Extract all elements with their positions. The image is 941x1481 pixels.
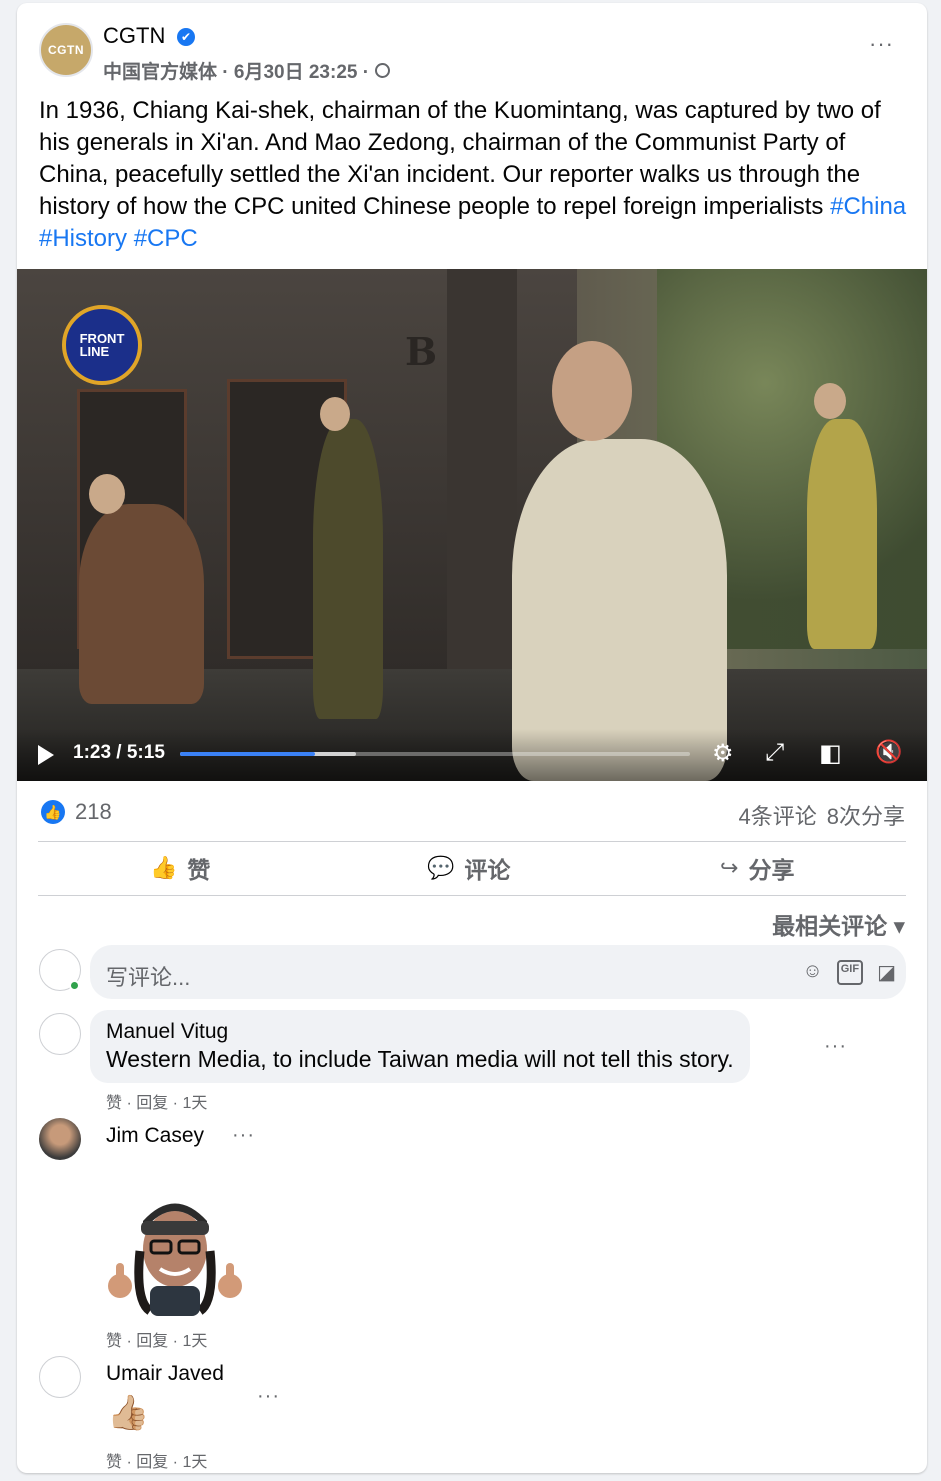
- emoji-icon[interactable]: ☺: [802, 960, 822, 985]
- post-body: In 1936, Chiang Kai-shek, chairman of th…: [39, 97, 881, 220]
- video-frame-person-head: [89, 474, 125, 514]
- commenter-name[interactable]: Umair Javed: [106, 1362, 224, 1386]
- frontline-logo-line2: LINE: [79, 344, 110, 359]
- page-name[interactable]: CGTN: [103, 23, 165, 49]
- video-frame-reporter-head: [552, 341, 632, 441]
- commenter-avatar[interactable]: [39, 1118, 81, 1160]
- comment-button-label: 评论: [464, 857, 511, 883]
- gif-icon[interactable]: GIF: [836, 960, 864, 985]
- like-button[interactable]: 👍 赞: [150, 851, 210, 885]
- comment-actions[interactable]: 赞 · 回复 · 1天: [106, 1448, 207, 1472]
- video-frame-letter: B: [405, 329, 438, 374]
- post-card: CGTN CGTN ✔ 中国官方媒体 · 6月30日 23:25 · ··· I…: [17, 3, 927, 1473]
- post-text: In 1936, Chiang Kai-shek, chairman of th…: [39, 95, 909, 255]
- online-status-dot: [69, 980, 80, 991]
- engagement-stats: 4条评论 8次分享: [739, 799, 906, 831]
- settings-icon[interactable]: ⚙: [712, 739, 734, 768]
- frontline-logo: FRONT LINE: [62, 305, 142, 385]
- thumbs-up-emoji: 👍🏼: [107, 1394, 150, 1432]
- page-avatar[interactable]: CGTN: [39, 23, 93, 77]
- play-icon[interactable]: [38, 745, 54, 765]
- comment-actions[interactable]: 赞 · 回复 · 1天: [106, 1089, 207, 1113]
- commenter-name[interactable]: Jim Casey: [106, 1124, 204, 1148]
- divider: [38, 841, 906, 842]
- fullscreen-icon[interactable]: ⤢: [765, 739, 784, 767]
- comment-options-button[interactable]: ···: [257, 1385, 280, 1408]
- comment-actions[interactable]: 赞 · 回复 · 1天: [106, 1327, 207, 1351]
- comment-input-placeholder: 写评论...: [106, 965, 191, 990]
- sticker-icon[interactable]: ◪: [877, 960, 896, 985]
- video-frame-person: [313, 419, 383, 719]
- globe-icon: [375, 63, 391, 78]
- page-logo-text: CGTN: [48, 43, 84, 57]
- video-frame-pillar: [447, 269, 517, 689]
- commenter-avatar[interactable]: [39, 1356, 81, 1398]
- share-count[interactable]: 8次分享: [827, 799, 905, 831]
- comment-text: Western Media, to include Taiwan media w…: [106, 1046, 734, 1072]
- video-frame-person-head: [320, 397, 350, 431]
- like-count[interactable]: 218: [75, 799, 112, 825]
- video-frame-person: [79, 504, 204, 704]
- video-time: 1:23 / 5:15: [73, 742, 165, 763]
- like-reaction-icon: 👍: [41, 800, 65, 824]
- video-player[interactable]: B FRONT LINE 1:23 / 5:15 ⚙ ⤢ ◧ 🔇: [17, 269, 927, 781]
- comment-bubble: Manuel Vitug Western Media, to include T…: [90, 1010, 750, 1083]
- comment-sort-dropdown[interactable]: 最相关评论 ▾: [772, 907, 905, 941]
- comment-input-tools: ☺ GIF ◪: [802, 960, 896, 985]
- thumbs-up-icon: 👍: [150, 855, 178, 880]
- comment-options-button[interactable]: ···: [824, 1035, 847, 1058]
- post-options-button[interactable]: ···: [869, 31, 894, 57]
- post-meta-text[interactable]: 中国官方媒体 · 6月30日 23:25 ·: [103, 57, 369, 84]
- comment-input[interactable]: 写评论... ☺ GIF ◪: [90, 945, 906, 999]
- share-button[interactable]: ↪ 分享: [720, 851, 794, 885]
- verified-icon: ✔: [177, 28, 195, 46]
- video-progress-fill: [180, 752, 315, 756]
- video-frame-person: [807, 419, 877, 649]
- picture-in-picture-icon[interactable]: ◧: [819, 739, 842, 768]
- speech-bubble-icon: 💬: [427, 855, 455, 880]
- share-arrow-icon: ↪: [720, 855, 739, 880]
- video-frame-person-head: [814, 383, 846, 419]
- comment-count[interactable]: 4条评论: [739, 799, 817, 831]
- avatar-sticker: [108, 1203, 242, 1316]
- comment-options-button[interactable]: ···: [232, 1124, 255, 1147]
- post-meta: 中国官方媒体 · 6月30日 23:25 ·: [103, 57, 391, 84]
- share-button-label: 分享: [748, 857, 795, 883]
- divider: [38, 895, 906, 896]
- commenter-avatar[interactable]: [39, 1013, 81, 1055]
- mute-icon[interactable]: 🔇: [875, 739, 902, 765]
- comment-button[interactable]: 💬 评论: [427, 851, 510, 885]
- commenter-name[interactable]: Manuel Vitug: [106, 1020, 734, 1044]
- like-button-label: 赞: [187, 857, 211, 883]
